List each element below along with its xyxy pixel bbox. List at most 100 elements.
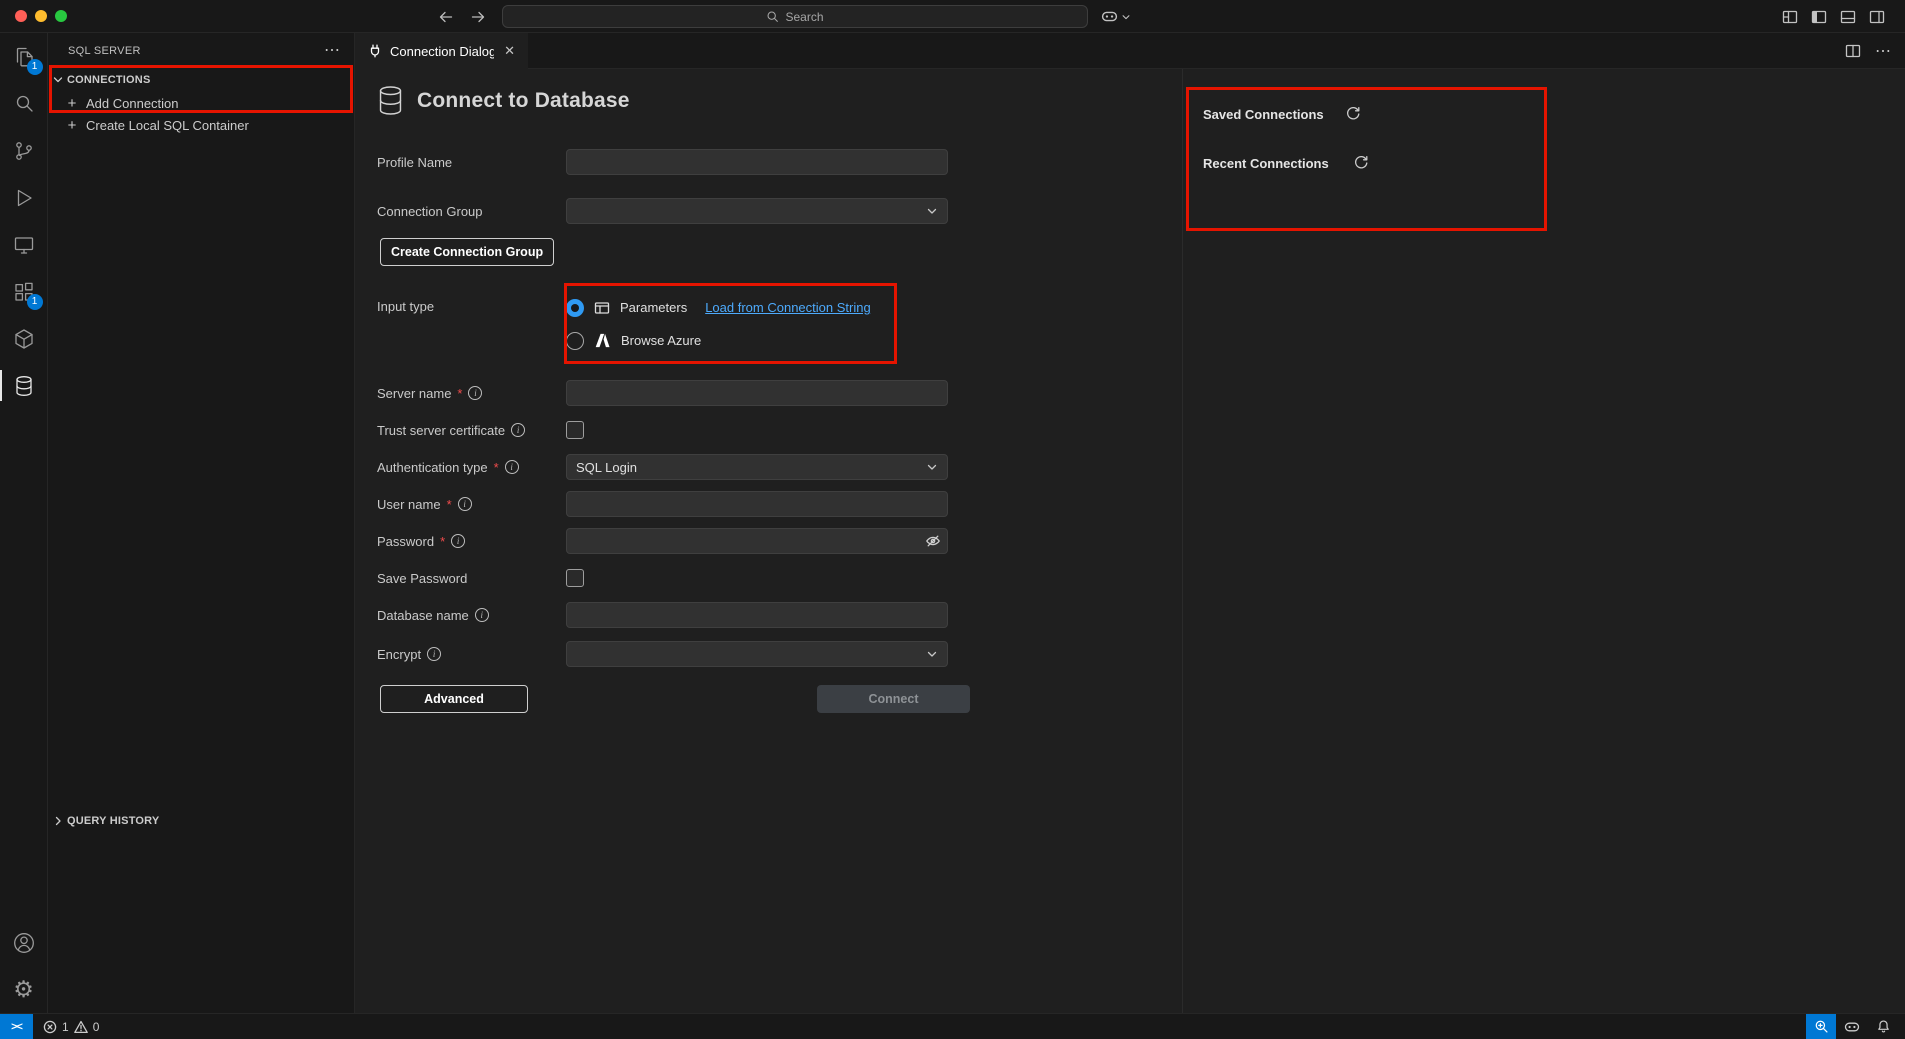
- load-from-connection-string-link[interactable]: Load from Connection String: [705, 300, 870, 315]
- copilot-status-item[interactable]: [1836, 1014, 1868, 1039]
- toggle-password-visibility-icon[interactable]: [925, 533, 941, 549]
- database-name-label: Database name i: [377, 608, 566, 623]
- info-icon[interactable]: i: [468, 386, 482, 400]
- connections-section-header[interactable]: CONNECTIONS: [48, 68, 354, 92]
- close-window-button[interactable]: [15, 10, 27, 22]
- connections-panel: Saved Connections Recent Connections: [1182, 69, 1905, 1013]
- zoom-icon: [1814, 1019, 1829, 1034]
- tab-connection-dialog[interactable]: Connection Dialog ✕: [355, 33, 528, 69]
- vscode-window: Search: [0, 0, 1905, 1039]
- info-icon[interactable]: i: [458, 497, 472, 511]
- activity-accounts[interactable]: [0, 919, 48, 966]
- save-password-checkbox[interactable]: [566, 569, 584, 587]
- password-input[interactable]: [566, 528, 948, 554]
- history-navigation: [438, 0, 486, 33]
- error-count: 1: [62, 1020, 69, 1034]
- profile-name-input[interactable]: [566, 149, 948, 175]
- advanced-button[interactable]: Advanced: [380, 685, 528, 713]
- toggle-panel-icon[interactable]: [1840, 9, 1856, 25]
- title-bar: Search: [0, 0, 1905, 33]
- connections-section-label: CONNECTIONS: [67, 74, 150, 86]
- create-local-sql-container-item[interactable]: + Create Local SQL Container: [48, 114, 354, 136]
- connection-group-select[interactable]: [566, 198, 948, 224]
- remote-icon: ><: [11, 1021, 22, 1033]
- forward-arrow-icon[interactable]: [470, 9, 486, 25]
- activity-settings[interactable]: ⚙: [0, 966, 48, 1013]
- profile-name-row: Profile Name: [377, 149, 1182, 175]
- remote-explorer-icon: [12, 233, 36, 257]
- refresh-recent-connections-icon[interactable]: [1353, 155, 1369, 171]
- parameters-option-label: Parameters: [620, 300, 687, 315]
- notifications-status-item[interactable]: [1868, 1014, 1899, 1039]
- zoom-status-item[interactable]: [1806, 1014, 1836, 1039]
- browse-azure-radio[interactable]: [566, 332, 584, 350]
- search-icon: [766, 10, 779, 23]
- problems-status[interactable]: 1 0: [43, 1020, 99, 1034]
- activity-extensions[interactable]: 1: [0, 268, 48, 315]
- save-password-row: Save Password: [377, 565, 1182, 591]
- add-connection-item[interactable]: + Add Connection: [48, 92, 354, 114]
- input-type-row: Input type Parameters Load from Connecti…: [377, 291, 1182, 357]
- connect-button[interactable]: Connect: [817, 685, 970, 713]
- close-tab-icon[interactable]: ✕: [501, 42, 518, 60]
- activity-containers[interactable]: [0, 315, 48, 362]
- maximize-window-button[interactable]: [55, 10, 67, 22]
- copilot-menu[interactable]: [1101, 0, 1131, 33]
- chevron-down-icon: [51, 73, 65, 87]
- create-connection-group-button[interactable]: Create Connection Group: [380, 238, 554, 266]
- query-history-section-header[interactable]: QUERY HISTORY: [48, 809, 354, 833]
- authentication-type-select[interactable]: SQL Login: [566, 454, 948, 480]
- remote-indicator[interactable]: ><: [0, 1014, 33, 1039]
- azure-icon: [594, 332, 611, 349]
- refresh-saved-connections-icon[interactable]: [1345, 106, 1361, 122]
- command-center-search[interactable]: Search: [502, 5, 1088, 28]
- info-icon[interactable]: i: [451, 534, 465, 548]
- toggle-primary-sidebar-icon[interactable]: [1811, 9, 1827, 25]
- more-actions-icon[interactable]: ⋯: [1875, 41, 1891, 61]
- authentication-type-value: SQL Login: [576, 460, 637, 475]
- required-marker: *: [447, 497, 452, 512]
- database-name-input[interactable]: [566, 602, 948, 628]
- back-arrow-icon[interactable]: [438, 9, 454, 25]
- activity-source-control[interactable]: [0, 127, 48, 174]
- error-icon: [43, 1020, 57, 1034]
- encrypt-select[interactable]: [566, 641, 948, 667]
- sidebar-title: SQL SERVER: [68, 45, 141, 57]
- user-name-input[interactable]: [566, 491, 948, 517]
- input-type-label: Input type: [377, 291, 566, 314]
- customize-layout-icon[interactable]: [1782, 9, 1798, 25]
- info-icon[interactable]: i: [511, 423, 525, 437]
- save-password-label: Save Password: [377, 571, 566, 586]
- editor-region: Connection Dialog ✕ ⋯ Connect: [355, 33, 1905, 1013]
- server-name-label: Server name * i: [377, 386, 566, 401]
- connection-form: Connect to Database Profile Name Connect…: [355, 69, 1182, 1013]
- info-icon[interactable]: i: [475, 608, 489, 622]
- parameters-option-row: Parameters Load from Connection String: [566, 291, 871, 324]
- required-marker: *: [494, 460, 499, 475]
- plus-icon: +: [65, 118, 79, 133]
- activity-sql-server[interactable]: [0, 362, 48, 409]
- run-debug-icon: [12, 186, 36, 210]
- server-name-input[interactable]: [566, 380, 948, 406]
- split-editor-icon[interactable]: [1845, 43, 1861, 59]
- sidebar-header: SQL SERVER ⋯: [48, 33, 354, 68]
- activity-remote-explorer[interactable]: [0, 221, 48, 268]
- parameters-radio[interactable]: [566, 299, 584, 317]
- connection-dialog-icon: [367, 43, 383, 59]
- info-icon[interactable]: i: [427, 647, 441, 661]
- warning-icon: [74, 1020, 88, 1034]
- trust-server-certificate-checkbox[interactable]: [566, 421, 584, 439]
- extensions-badge: 1: [27, 294, 43, 310]
- activity-search[interactable]: [0, 80, 48, 127]
- more-actions-icon[interactable]: ⋯: [324, 46, 340, 56]
- trust-server-certificate-row: Trust server certificate i: [377, 417, 1182, 443]
- browse-azure-option-label: Browse Azure: [621, 333, 701, 348]
- toggle-secondary-sidebar-icon[interactable]: [1869, 9, 1885, 25]
- info-icon[interactable]: i: [505, 460, 519, 474]
- activity-explorer[interactable]: 1: [0, 33, 48, 80]
- add-connection-label: Add Connection: [86, 96, 179, 111]
- editor-tab-bar: Connection Dialog ✕ ⋯: [355, 33, 1905, 69]
- activity-run-debug[interactable]: [0, 174, 48, 221]
- minimize-window-button[interactable]: [35, 10, 47, 22]
- bell-icon: [1876, 1019, 1891, 1034]
